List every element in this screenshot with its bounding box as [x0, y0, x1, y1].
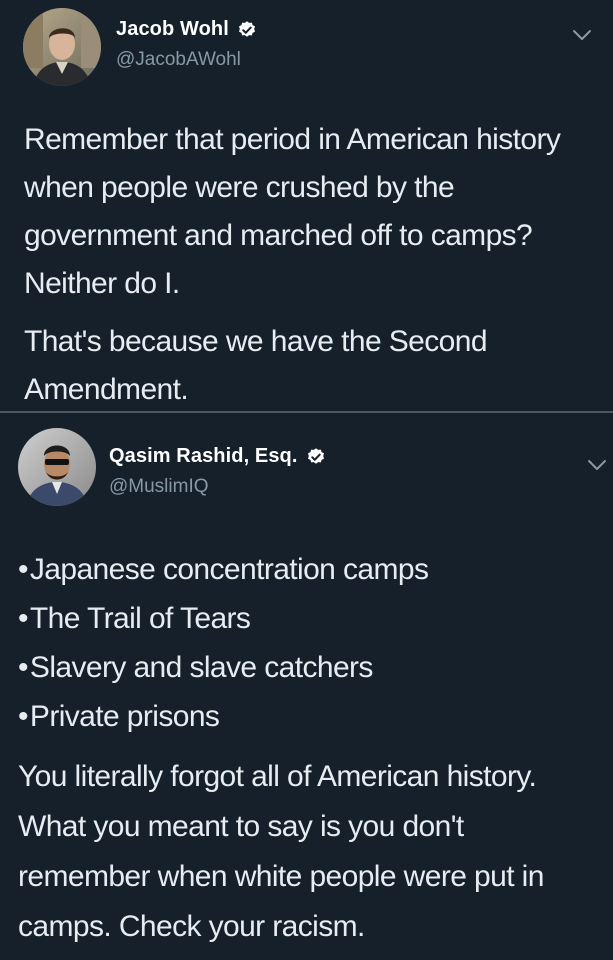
bullet-item: •Japanese concentration camps — [18, 545, 598, 594]
tweet-2: Qasim Rashid, Esq. @MuslimIQ •Japanese c… — [0, 414, 613, 960]
chevron-down-icon[interactable] — [586, 458, 608, 472]
handle[interactable]: @MuslimIQ — [109, 476, 209, 498]
tweet-text-paragraph: Remember that period in American history… — [24, 123, 561, 300]
bullet-text: Slavery and slave catchers — [29, 651, 374, 684]
bullet-dot: • — [18, 553, 29, 586]
tweet-divider — [0, 411, 613, 413]
bullet-dot: • — [18, 602, 29, 635]
bullet-text: The Trail of Tears — [29, 602, 251, 635]
name-row: Jacob Wohl — [116, 18, 257, 41]
chevron-down-icon[interactable] — [571, 28, 593, 42]
name-row: Qasim Rashid, Esq. — [109, 445, 326, 468]
tweet-1: Jacob Wohl @JacobAWohl Remember that per… — [0, 0, 613, 412]
bullet-dot: • — [18, 651, 29, 684]
verified-badge-icon — [307, 447, 324, 464]
handle[interactable]: @JacobAWohl — [116, 49, 241, 71]
display-name[interactable]: Qasim Rashid, Esq. — [109, 445, 298, 468]
tweet-text-paragraph: That's because we have the Second Amendm… — [24, 325, 488, 406]
avatar-jacob-wohl[interactable] — [23, 8, 101, 86]
bullet-item: •The Trail of Tears — [18, 594, 598, 643]
tweet-text-paragraph: You literally forgot all of American his… — [18, 760, 544, 943]
verified-badge-icon — [238, 20, 255, 37]
avatar-qasim-rashid[interactable] — [18, 428, 96, 506]
bullet-item: •Private prisons — [18, 692, 598, 741]
bullet-text: Private prisons — [29, 700, 220, 733]
bullet-item: •Slavery and slave catchers — [18, 643, 598, 692]
bullet-list: •Japanese concentration camps •The Trail… — [18, 545, 598, 741]
display-name[interactable]: Jacob Wohl — [116, 18, 229, 41]
bullet-dot: • — [18, 700, 29, 733]
bullet-text: Japanese concentration camps — [29, 553, 429, 586]
